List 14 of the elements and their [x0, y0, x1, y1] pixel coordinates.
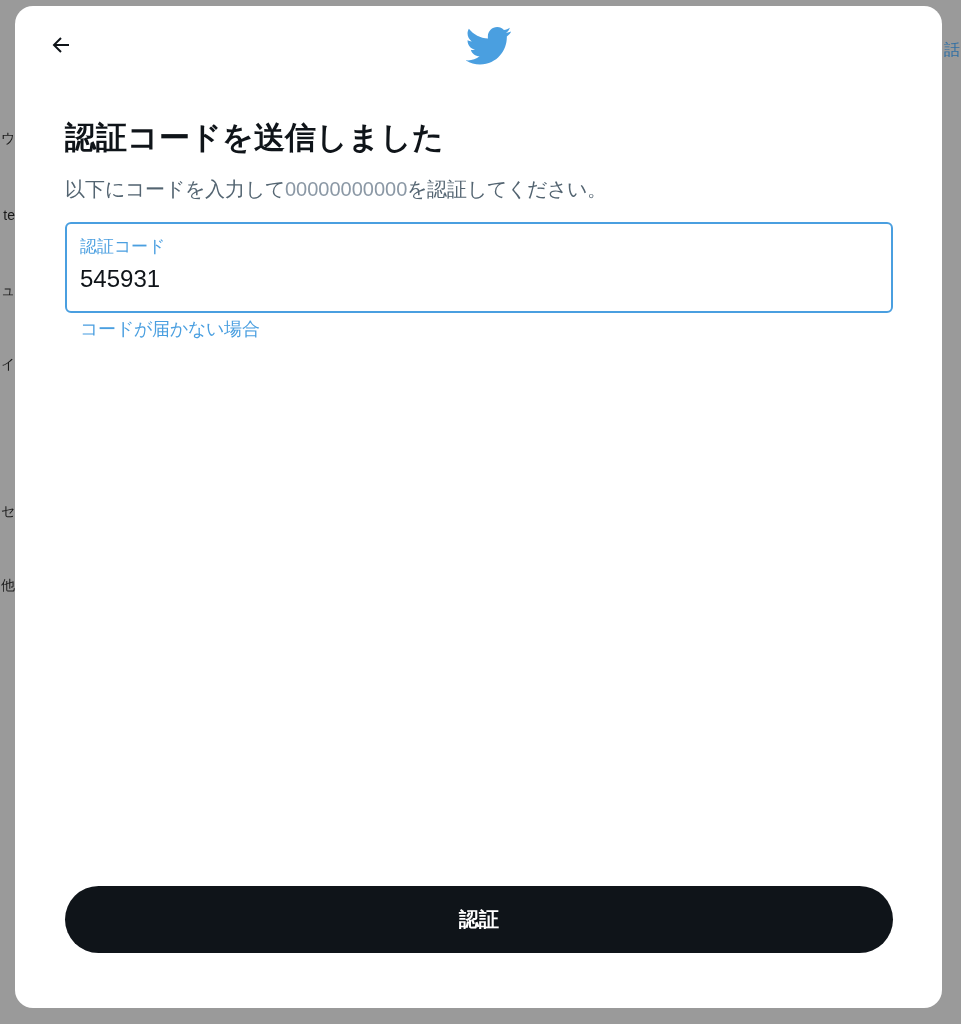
background-text: ウ: [1, 129, 15, 148]
background-text: 他: [1, 576, 15, 595]
background-text: セ: [1, 502, 15, 521]
field-label: 認証コード: [80, 236, 166, 258]
background-text: ュ: [1, 281, 15, 300]
verify-button[interactable]: 認証: [65, 886, 893, 953]
background-text: te: [3, 206, 15, 225]
bird-logo-icon: [466, 26, 512, 66]
code-input[interactable]: 545931: [80, 265, 878, 293]
instruction-text: 以下にコードを入力して00000000000を認証してください。: [65, 177, 609, 202]
code-input-field[interactable]: 認証コード 545931: [65, 222, 893, 313]
dialog-title: 認証コードを送信しました: [65, 119, 445, 157]
background-text: イ: [1, 355, 15, 374]
background-text: 話: [944, 41, 960, 58]
